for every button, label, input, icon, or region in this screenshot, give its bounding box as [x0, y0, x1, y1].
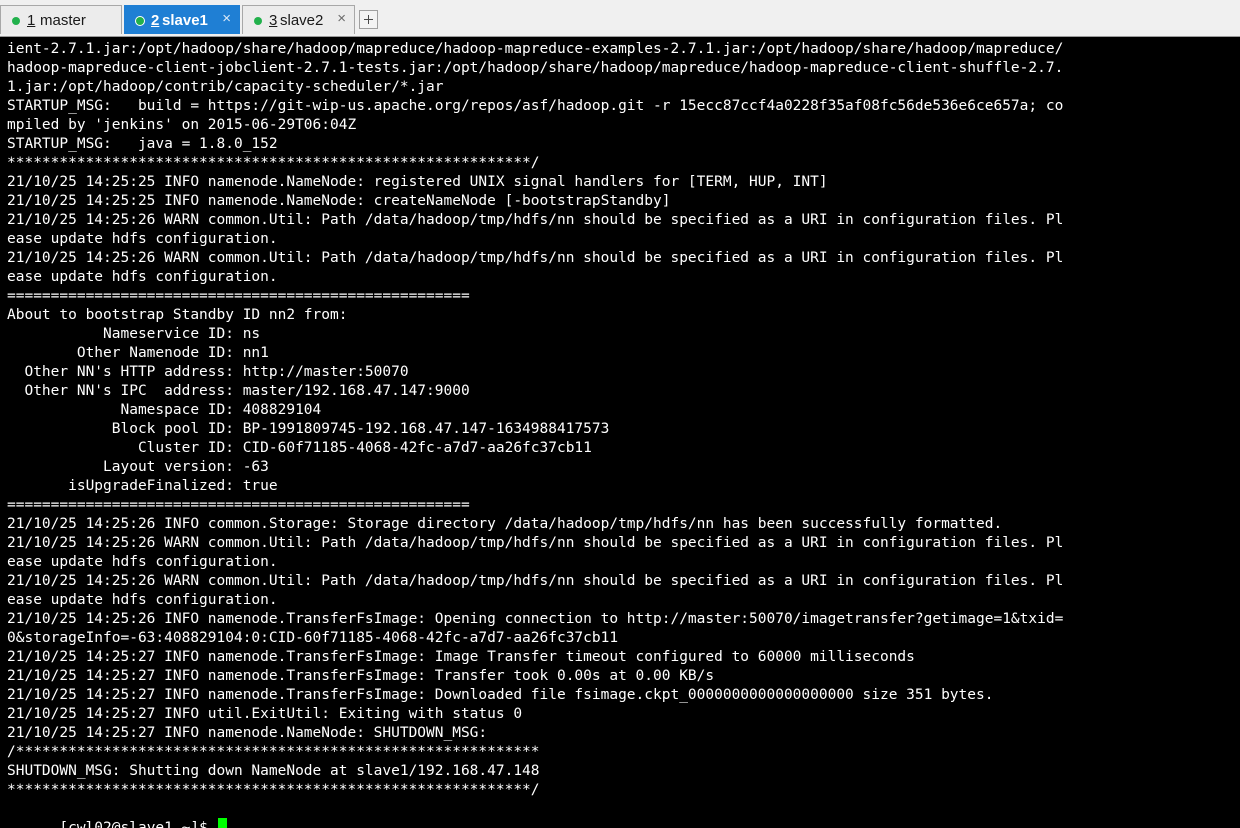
terminal-line: 21/10/25 14:25:27 INFO namenode.Transfer…	[7, 668, 715, 684]
terminal-line: Block pool ID: BP-1991809745-192.168.47.…	[7, 421, 610, 437]
terminal-line: About to bootstrap Standby ID nn2 from:	[7, 307, 348, 323]
connected-status-icon	[12, 17, 20, 25]
text-cursor	[217, 818, 227, 828]
terminal-line: 21/10/25 14:25:26 WARN common.Util: Path…	[7, 250, 1064, 266]
tab-master[interactable]: 1 master	[0, 5, 122, 34]
terminal-line: Nameservice ID: ns	[7, 326, 261, 342]
terminal-line: ease update hdfs configuration.	[7, 592, 278, 608]
terminal-line: 21/10/25 14:25:26 WARN common.Util: Path…	[7, 212, 1064, 228]
terminal-line: 21/10/25 14:25:27 INFO util.ExitUtil: Ex…	[7, 706, 523, 722]
terminal-output[interactable]: ient-2.7.1.jar:/opt/hadoop/share/hadoop/…	[0, 37, 1240, 828]
terminal-line: 21/10/25 14:25:27 INFO namenode.Transfer…	[7, 687, 994, 703]
terminal-line: 21/10/25 14:25:27 INFO namenode.Transfer…	[7, 649, 915, 665]
terminal-line: ease update hdfs configuration.	[7, 554, 278, 570]
terminal-line: ========================================…	[7, 497, 470, 513]
tab-label: slave1	[162, 12, 208, 29]
shell-prompt-line[interactable]: [cwl02@slave1 ~]$	[7, 799, 227, 828]
terminal-line: mpiled by 'jenkins' on 2015-06-29T06:04Z	[7, 117, 357, 133]
tab-number: 3	[269, 12, 278, 29]
terminal-line: isUpgradeFinalized: true	[7, 478, 278, 494]
tab-number: 1	[27, 12, 36, 29]
terminal-app-window: 1 master 2 slave1 × 3 slave2 × ient-2.7.…	[0, 0, 1240, 828]
terminal-line: ========================================…	[7, 288, 470, 304]
plus-icon[interactable]	[359, 10, 378, 29]
tab-label: slave2	[280, 12, 324, 29]
session-tab-bar: 1 master 2 slave1 × 3 slave2 ×	[0, 0, 1240, 37]
connected-status-icon	[254, 17, 262, 25]
terminal-line: STARTUP_MSG: java = 1.8.0_152	[7, 136, 278, 152]
terminal-line: Cluster ID: CID-60f71185-4068-42fc-a7d7-…	[7, 440, 592, 456]
terminal-line: 21/10/25 14:25:27 INFO namenode.NameNode…	[7, 725, 488, 741]
terminal-line: 0&storageInfo=-63:408829104:0:CID-60f711…	[7, 630, 619, 646]
terminal-line: Other NN's HTTP address: http://master:5…	[7, 364, 409, 380]
terminal-line: Layout version: -63	[7, 459, 269, 475]
terminal-line: Other NN's IPC address: master/192.168.4…	[7, 383, 470, 399]
terminal-line: Namespace ID: 408829104	[7, 402, 322, 418]
terminal-line: /***************************************…	[7, 744, 540, 760]
terminal-line: SHUTDOWN_MSG: Shutting down NameNode at …	[7, 763, 540, 779]
terminal-line: ****************************************…	[7, 782, 540, 798]
terminal-line: STARTUP_MSG: build = https://git-wip-us.…	[7, 98, 1064, 114]
terminal-line: 21/10/25 14:25:26 WARN common.Util: Path…	[7, 535, 1064, 551]
shell-prompt: [cwl02@slave1 ~]$	[59, 820, 217, 828]
tab-number: 2	[151, 12, 160, 29]
terminal-line: ****************************************…	[7, 155, 540, 171]
terminal-line: 21/10/25 14:25:26 INFO common.Storage: S…	[7, 516, 1003, 532]
connected-status-icon	[136, 17, 144, 25]
terminal-line: 21/10/25 14:25:26 INFO namenode.Transfer…	[7, 611, 1064, 627]
close-tab-icon[interactable]: ×	[222, 10, 231, 27]
terminal-line: ease update hdfs configuration.	[7, 231, 278, 247]
terminal-line: 21/10/25 14:25:26 WARN common.Util: Path…	[7, 573, 1064, 589]
tab-label: master	[40, 12, 86, 29]
terminal-line: 21/10/25 14:25:25 INFO namenode.NameNode…	[7, 193, 671, 209]
terminal-line: Other Namenode ID: nn1	[7, 345, 269, 361]
tab-slave1[interactable]: 2 slave1 ×	[124, 5, 240, 34]
close-tab-icon[interactable]: ×	[337, 10, 346, 27]
terminal-line: ease update hdfs configuration.	[7, 269, 278, 285]
terminal-line: 21/10/25 14:25:25 INFO namenode.NameNode…	[7, 174, 828, 190]
terminal-line: ient-2.7.1.jar:/opt/hadoop/share/hadoop/…	[7, 41, 1064, 57]
terminal-line: 1.jar:/opt/hadoop/contrib/capacity-sched…	[7, 79, 444, 95]
tab-slave2[interactable]: 3 slave2 ×	[242, 5, 355, 34]
terminal-line: hadoop-mapreduce-client-jobclient-2.7.1-…	[7, 60, 1064, 76]
